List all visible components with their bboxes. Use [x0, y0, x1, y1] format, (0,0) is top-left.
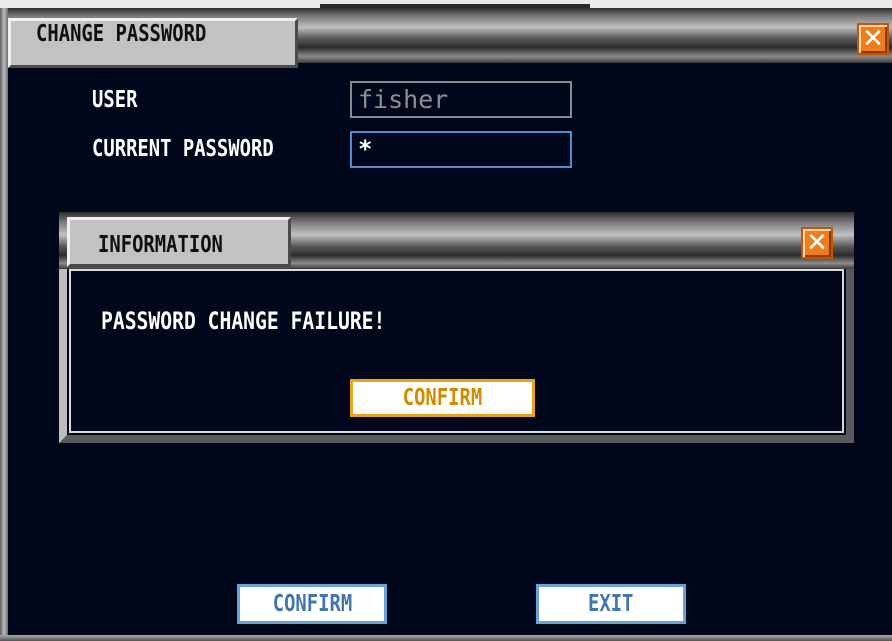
dialog-bottom-frame: [0, 635, 892, 641]
close-glyph: ✕: [806, 228, 828, 258]
exit-button[interactable]: EXIT: [536, 584, 686, 624]
confirm-button[interactable]: CONFIRM: [237, 584, 387, 624]
information-dialog: INFORMATION ✕ PASSWORD CHANGE FAILURE! C…: [59, 212, 854, 443]
user-field: fisher: [350, 81, 572, 118]
current-password-label: CURRENT PASSWORD: [92, 136, 274, 162]
close-glyph: ✕: [862, 24, 884, 54]
exit-button-label: EXIT: [588, 591, 634, 617]
dialog-left-frame: [0, 8, 8, 641]
close-icon[interactable]: ✕: [801, 227, 833, 259]
close-icon[interactable]: ✕: [857, 23, 889, 55]
info-confirm-label: CONFIRM: [402, 385, 483, 411]
confirm-button-label: CONFIRM: [272, 591, 352, 617]
info-confirm-button[interactable]: CONFIRM: [350, 379, 535, 417]
information-title: INFORMATION: [98, 232, 223, 258]
user-label: USER: [92, 87, 138, 113]
background-window-edge: [0, 0, 892, 8]
dialog-title: CHANGE PASSWORD: [36, 21, 207, 47]
current-password-field[interactable]: *: [350, 131, 572, 168]
information-title-bar: INFORMATION ✕: [59, 212, 854, 269]
information-title-tab: INFORMATION: [67, 217, 291, 267]
change-password-dialog: CHANGE PASSWORD ✕ USER fisher CURRENT PA…: [0, 0, 892, 641]
information-message: PASSWORD CHANGE FAILURE!: [101, 307, 386, 335]
